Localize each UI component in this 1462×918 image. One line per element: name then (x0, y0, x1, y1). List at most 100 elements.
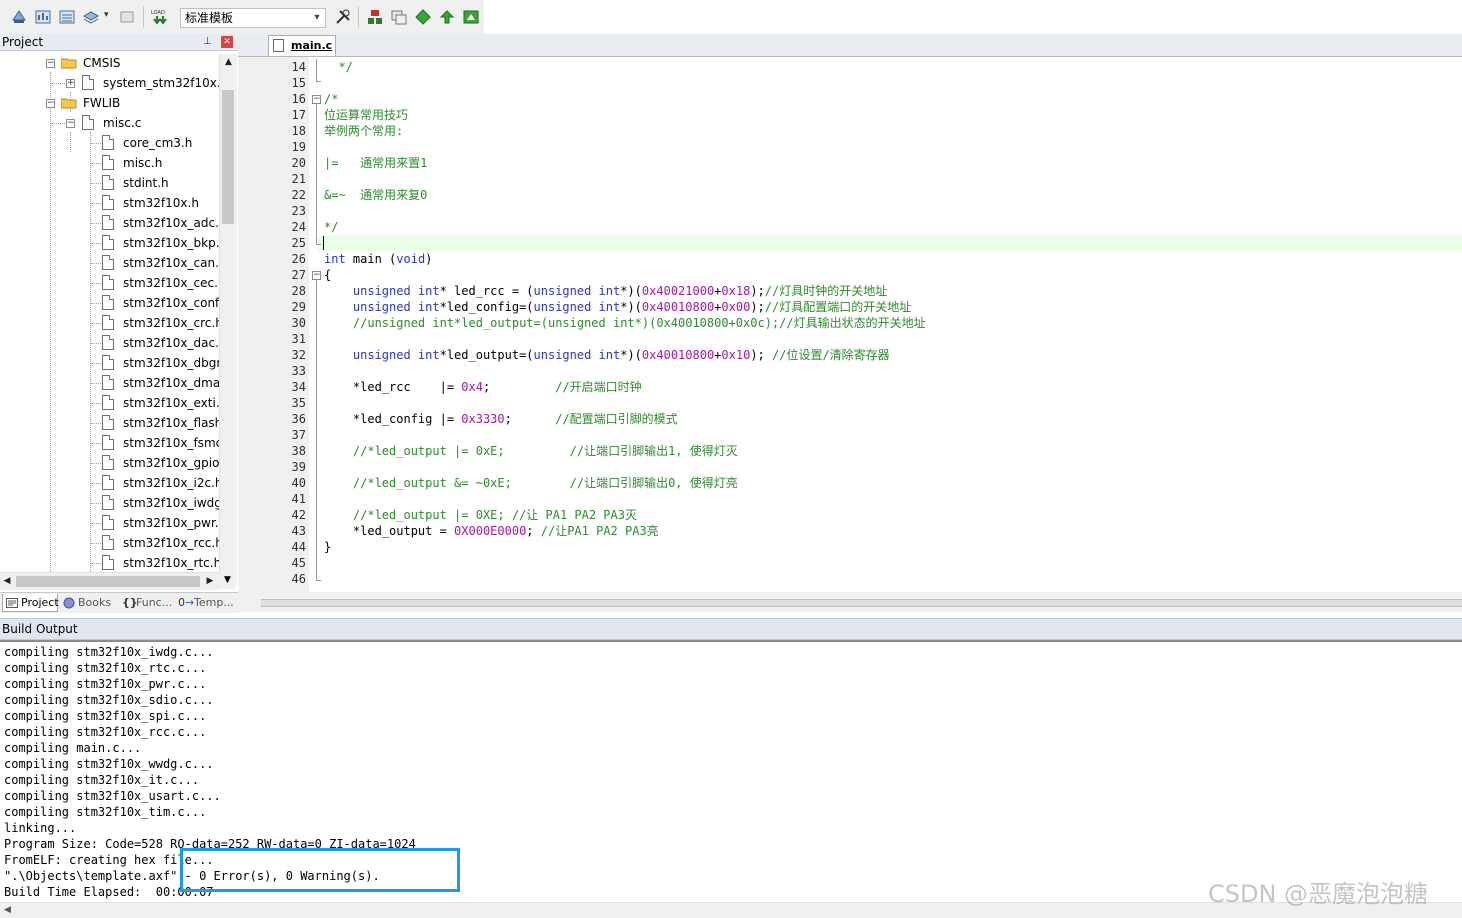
tab-main-c[interactable]: main.c (268, 35, 336, 56)
run-time-env-icon[interactable] (462, 8, 480, 26)
scrollbar-thumb[interactable] (16, 576, 200, 587)
fold-collapse-icon[interactable]: − (312, 271, 321, 280)
line-number: 17 (291, 108, 306, 122)
tree-item-header-file[interactable]: stm32f10x_dbgmc (0, 353, 219, 373)
tree-item-header-file[interactable]: stm32f10x_flash.h (0, 413, 234, 433)
build-output-line: compiling stm32f10x_wwdg.c... (4, 757, 214, 771)
code-editor[interactable]: 14 15 16 17 18 19 20 21 22 23 24 25 26 2… (238, 56, 1462, 593)
collapse-icon[interactable]: − (46, 59, 55, 68)
tree-item-header-file[interactable]: stm32f10x_dac.h (0, 333, 227, 353)
tree-item-system-stm32f10x-c[interactable]: + system_stm32f10x.c (0, 73, 227, 93)
current-line-highlight (318, 235, 1462, 251)
line-number: 18 (291, 124, 306, 138)
build-output-line: compiling stm32f10x_rtc.c... (4, 661, 207, 675)
tree-item-header-file[interactable]: stm32f10x_rcc.h (0, 533, 223, 553)
file-extensions-icon[interactable] (390, 8, 408, 26)
build-icon[interactable] (34, 8, 52, 26)
download-icon[interactable]: LOAD (150, 8, 170, 26)
tree-item-label: stm32f10x_adc.h (123, 216, 227, 230)
manage-project-icon[interactable] (366, 8, 384, 26)
tree-item-header-file[interactable]: stm32f10x_gpio.h (0, 453, 231, 473)
tree-item-header-file[interactable]: stm32f10x_pwr.h (0, 513, 226, 533)
scrollbar-thumb[interactable] (222, 90, 234, 224)
file-icon (102, 275, 114, 290)
pin-icon[interactable]: ⊥ (203, 36, 213, 48)
collapse-icon[interactable]: − (46, 99, 55, 108)
code-line: *led_output = 0X000E0000; //让PA1 PA2 PA3… (324, 524, 659, 538)
scrollbar-thumb[interactable] (261, 599, 1462, 607)
project-vertical-scrollbar[interactable]: ▲ (219, 54, 237, 586)
pack-installer-icon[interactable] (438, 8, 456, 26)
target-select-value: 标准模板 (185, 11, 234, 25)
target-select[interactable]: 标准模板 ▾ (180, 8, 326, 28)
tree-item-header-file[interactable]: stm32f10x_crc.h (0, 313, 223, 333)
tree-item-label: stm32f10x_exti.h (123, 396, 228, 410)
tree-item-label: CMSIS (83, 56, 121, 70)
code-line: { (324, 268, 332, 282)
tree-item-header-file[interactable]: stm32f10x_fsmc.h (0, 433, 234, 453)
code-line: /* (324, 92, 339, 106)
file-icon (102, 355, 114, 370)
templates-icon: 0→ (178, 596, 195, 609)
tree-item-header-file[interactable]: stm32f10x_can.h (0, 253, 227, 273)
translate-icon[interactable] (10, 8, 28, 26)
tree-item-header-file[interactable]: stm32f10x_dma.h (0, 373, 232, 393)
tree-item-label: stm32f10x_pwr.h (123, 516, 227, 530)
project-panel-header: Project ⊥ ✕ (0, 34, 238, 51)
tree-item-label: stm32f10x_dac.h (123, 336, 227, 350)
tree-item-label: stm32f10x_i2c.h (123, 476, 223, 490)
tab-project[interactable]: Project (2, 594, 59, 612)
tree-item-header-file[interactable]: stdint.h (0, 173, 219, 193)
tree-item-header-file[interactable]: stm32f10x_i2c.h (0, 473, 223, 493)
tab-functions[interactable]: {} Func... (118, 594, 174, 612)
scroll-down-icon[interactable]: ▼ (219, 572, 236, 589)
svg-text:LOAD: LOAD (151, 10, 165, 16)
tab-books[interactable]: Books (60, 594, 116, 612)
line-number: 19 (291, 140, 306, 154)
scroll-left-icon[interactable]: ◀ (0, 573, 14, 590)
tree-item-header-file[interactable]: core_cm3.h (0, 133, 219, 153)
fold-collapse-icon[interactable]: − (312, 95, 321, 104)
close-icon[interactable]: ✕ (221, 36, 233, 48)
tree-item-header-file[interactable]: stm32f10x_rtc.h (0, 553, 219, 571)
line-number: 27 (291, 268, 306, 282)
tree-item-label: stm32f10x_flash.h (123, 416, 234, 430)
collapse-icon[interactable]: − (66, 119, 75, 128)
tree-item-header-file[interactable]: stm32f10x_cec.h (0, 273, 226, 293)
tree-item-cmsis[interactable]: − CMSIS (0, 53, 219, 73)
code-line: //*led_output &= ~0xE; //让端口引脚输出0, 使得灯亮 (324, 476, 738, 490)
project-icon (6, 598, 18, 608)
editor-horizontal-scrollbar[interactable] (238, 592, 1462, 612)
batch-build-icon[interactable] (82, 8, 100, 26)
stop-build-icon[interactable] (118, 8, 136, 26)
expand-icon[interactable]: + (66, 79, 75, 88)
line-number: 23 (291, 204, 306, 218)
tree-item-header-file[interactable]: stm32f10x_iwdg.h (0, 493, 219, 513)
tree-item-header-file[interactable]: misc.h (0, 153, 219, 173)
line-number: 28 (291, 284, 306, 298)
tree-item-label: core_cm3.h (123, 136, 193, 150)
project-horizontal-scrollbar[interactable]: ◀ ▶ (0, 572, 219, 590)
tree-item-fwlib[interactable]: − FWLIB (0, 93, 219, 113)
tree-item-header-file[interactable]: stm32f10x_conf.h (0, 293, 230, 313)
scroll-left-icon[interactable]: ◀ (4, 903, 11, 918)
scroll-right-icon[interactable]: ▶ (203, 573, 217, 590)
tree-item-header-file[interactable]: stm32f10x_bkp.h (0, 233, 227, 253)
folder-icon (61, 98, 77, 109)
code-line: */ (324, 220, 339, 234)
chevron-down-icon[interactable]: ▾ (104, 10, 109, 20)
tree-item-label: stm32f10x_dma.h (123, 376, 232, 390)
tree-item-misc-c[interactable]: − misc.c (0, 113, 219, 133)
tab-templates[interactable]: 0→ Temp... (176, 594, 234, 612)
build-output-line: compiling main.c... (4, 741, 142, 755)
project-panel-tabs: Project Books {} Func... 0→ Temp... (0, 592, 238, 613)
select-packs-icon[interactable] (414, 8, 432, 26)
tree-item-header-file[interactable]: stm32f10x_exti.h (0, 393, 227, 413)
scroll-up-icon[interactable]: ▲ (220, 54, 237, 71)
file-icon (102, 335, 114, 350)
line-number: 16 (291, 92, 306, 106)
rebuild-icon[interactable] (58, 8, 76, 26)
tree-item-header-file[interactable]: stm32f10x_adc.h (0, 213, 227, 233)
target-options-icon[interactable] (334, 8, 352, 26)
tree-item-header-file[interactable]: stm32f10x.h (0, 193, 219, 213)
